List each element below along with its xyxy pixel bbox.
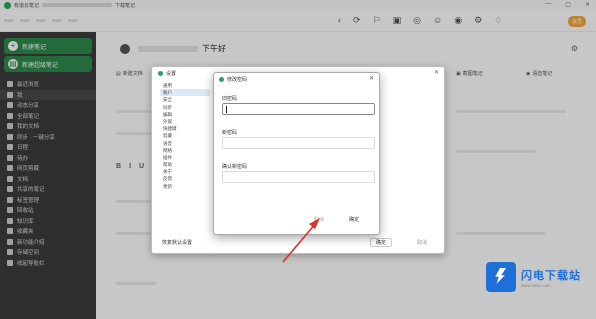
watermark-sub: www.sdxz.com	[521, 282, 551, 288]
old-password-field[interactable]	[222, 103, 375, 115]
settings-nav-item[interactable]: 网络	[160, 147, 210, 154]
close-icon[interactable]: ✕	[434, 69, 439, 76]
password-cancel-button[interactable]: 取消	[314, 216, 324, 223]
settings-nav-item[interactable]: 插件	[160, 154, 210, 161]
restore-defaults-link[interactable]: 恢复默认设置	[162, 239, 192, 246]
new-password-field[interactable]	[222, 137, 375, 149]
settings-ok-button[interactable]: 确定	[370, 238, 392, 247]
settings-nav-item[interactable]: 外观	[160, 118, 210, 125]
settings-cancel-button[interactable]: 取消	[417, 239, 427, 246]
settings-nav-item[interactable]: 更新	[160, 183, 210, 190]
settings-nav-item[interactable]: 账户	[160, 89, 210, 97]
password-ok-button[interactable]: 确定	[349, 216, 359, 223]
settings-nav-item[interactable]: 通用	[160, 82, 210, 89]
new-password-label: 新密码	[222, 130, 238, 136]
old-password-label: 旧密码	[222, 96, 238, 102]
settings-nav-item[interactable]: 关于	[160, 168, 210, 175]
settings-nav-item[interactable]: 帮助	[160, 161, 210, 168]
settings-nav-item[interactable]: 编辑	[160, 111, 210, 118]
settings-nav-item[interactable]: 剪藏	[160, 132, 210, 139]
text-caret	[226, 106, 227, 113]
settings-nav-item[interactable]: 反馈	[160, 175, 210, 182]
settings-dialog-title: 设置	[158, 70, 176, 77]
settings-nav-item[interactable]: 安全	[160, 96, 210, 103]
watermark-text: 闪电下载站 www.sdxz.com	[521, 267, 581, 288]
change-password-dialog: 修改密码 ✕ 旧密码 新密码 确认新密码 取消 确定	[213, 72, 380, 235]
change-password-title: 修改密码	[219, 76, 247, 83]
site-watermark: 闪电下载站 www.sdxz.com	[486, 260, 588, 294]
settings-nav-item[interactable]: 快捷键	[160, 125, 210, 132]
settings-nav: 通用 账户 安全 同步 编辑 外观 快捷键 剪藏 语音 网络 插件 帮助 关于 …	[160, 82, 210, 190]
close-icon[interactable]: ✕	[369, 75, 374, 82]
settings-nav-item[interactable]: 同步	[160, 104, 210, 111]
confirm-password-field[interactable]	[222, 171, 375, 183]
app-logo-icon	[219, 77, 224, 82]
confirm-password-label: 确认新密码	[222, 164, 248, 170]
settings-nav-item[interactable]: 语音	[160, 140, 210, 147]
lightning-logo-icon	[486, 262, 516, 292]
watermark-main: 闪电下载站	[521, 269, 581, 282]
app-logo-icon	[158, 71, 163, 76]
